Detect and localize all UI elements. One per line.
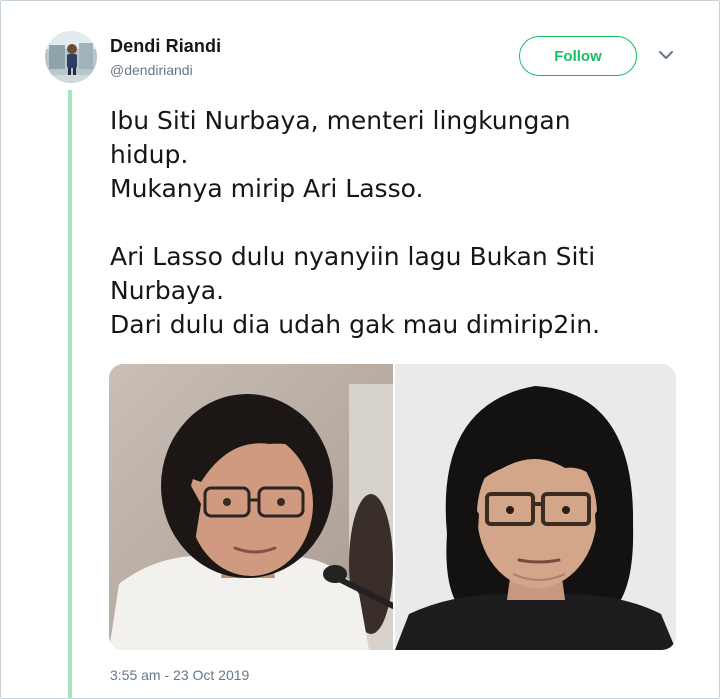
- tweet-text-line: Mukanya mirip Ari Lasso.: [110, 174, 424, 203]
- tweet-media[interactable]: [109, 364, 676, 650]
- tweet-text-line: hidup.: [110, 140, 189, 169]
- photo-man-with-glasses[interactable]: [395, 364, 676, 650]
- tweet-text-line: [110, 206, 690, 240]
- chevron-down-icon[interactable]: [656, 48, 676, 62]
- tweet-text-line: Dari dulu dia udah gak mau dimirip2in.: [110, 310, 601, 339]
- tweet-text-line: Ibu Siti Nurbaya, menteri lingkungan: [110, 106, 571, 135]
- author-handle[interactable]: @dendiriandi: [110, 62, 193, 78]
- photo-woman-with-glasses[interactable]: [109, 364, 393, 650]
- avatar[interactable]: [45, 31, 97, 83]
- tweet-timestamp[interactable]: 3:55 am - 23 Oct 2019: [110, 667, 249, 683]
- tweet-text-line: Ari Lasso dulu nyanyiin lagu Bukan Siti: [110, 242, 596, 271]
- author-name[interactable]: Dendi Riandi: [110, 36, 221, 57]
- tweet-text: Ibu Siti Nurbaya, menteri lingkungan hid…: [110, 104, 690, 342]
- follow-button[interactable]: Follow: [519, 36, 637, 76]
- tweet-text-line: Nurbaya.: [110, 276, 225, 305]
- thread-line: [68, 90, 72, 699]
